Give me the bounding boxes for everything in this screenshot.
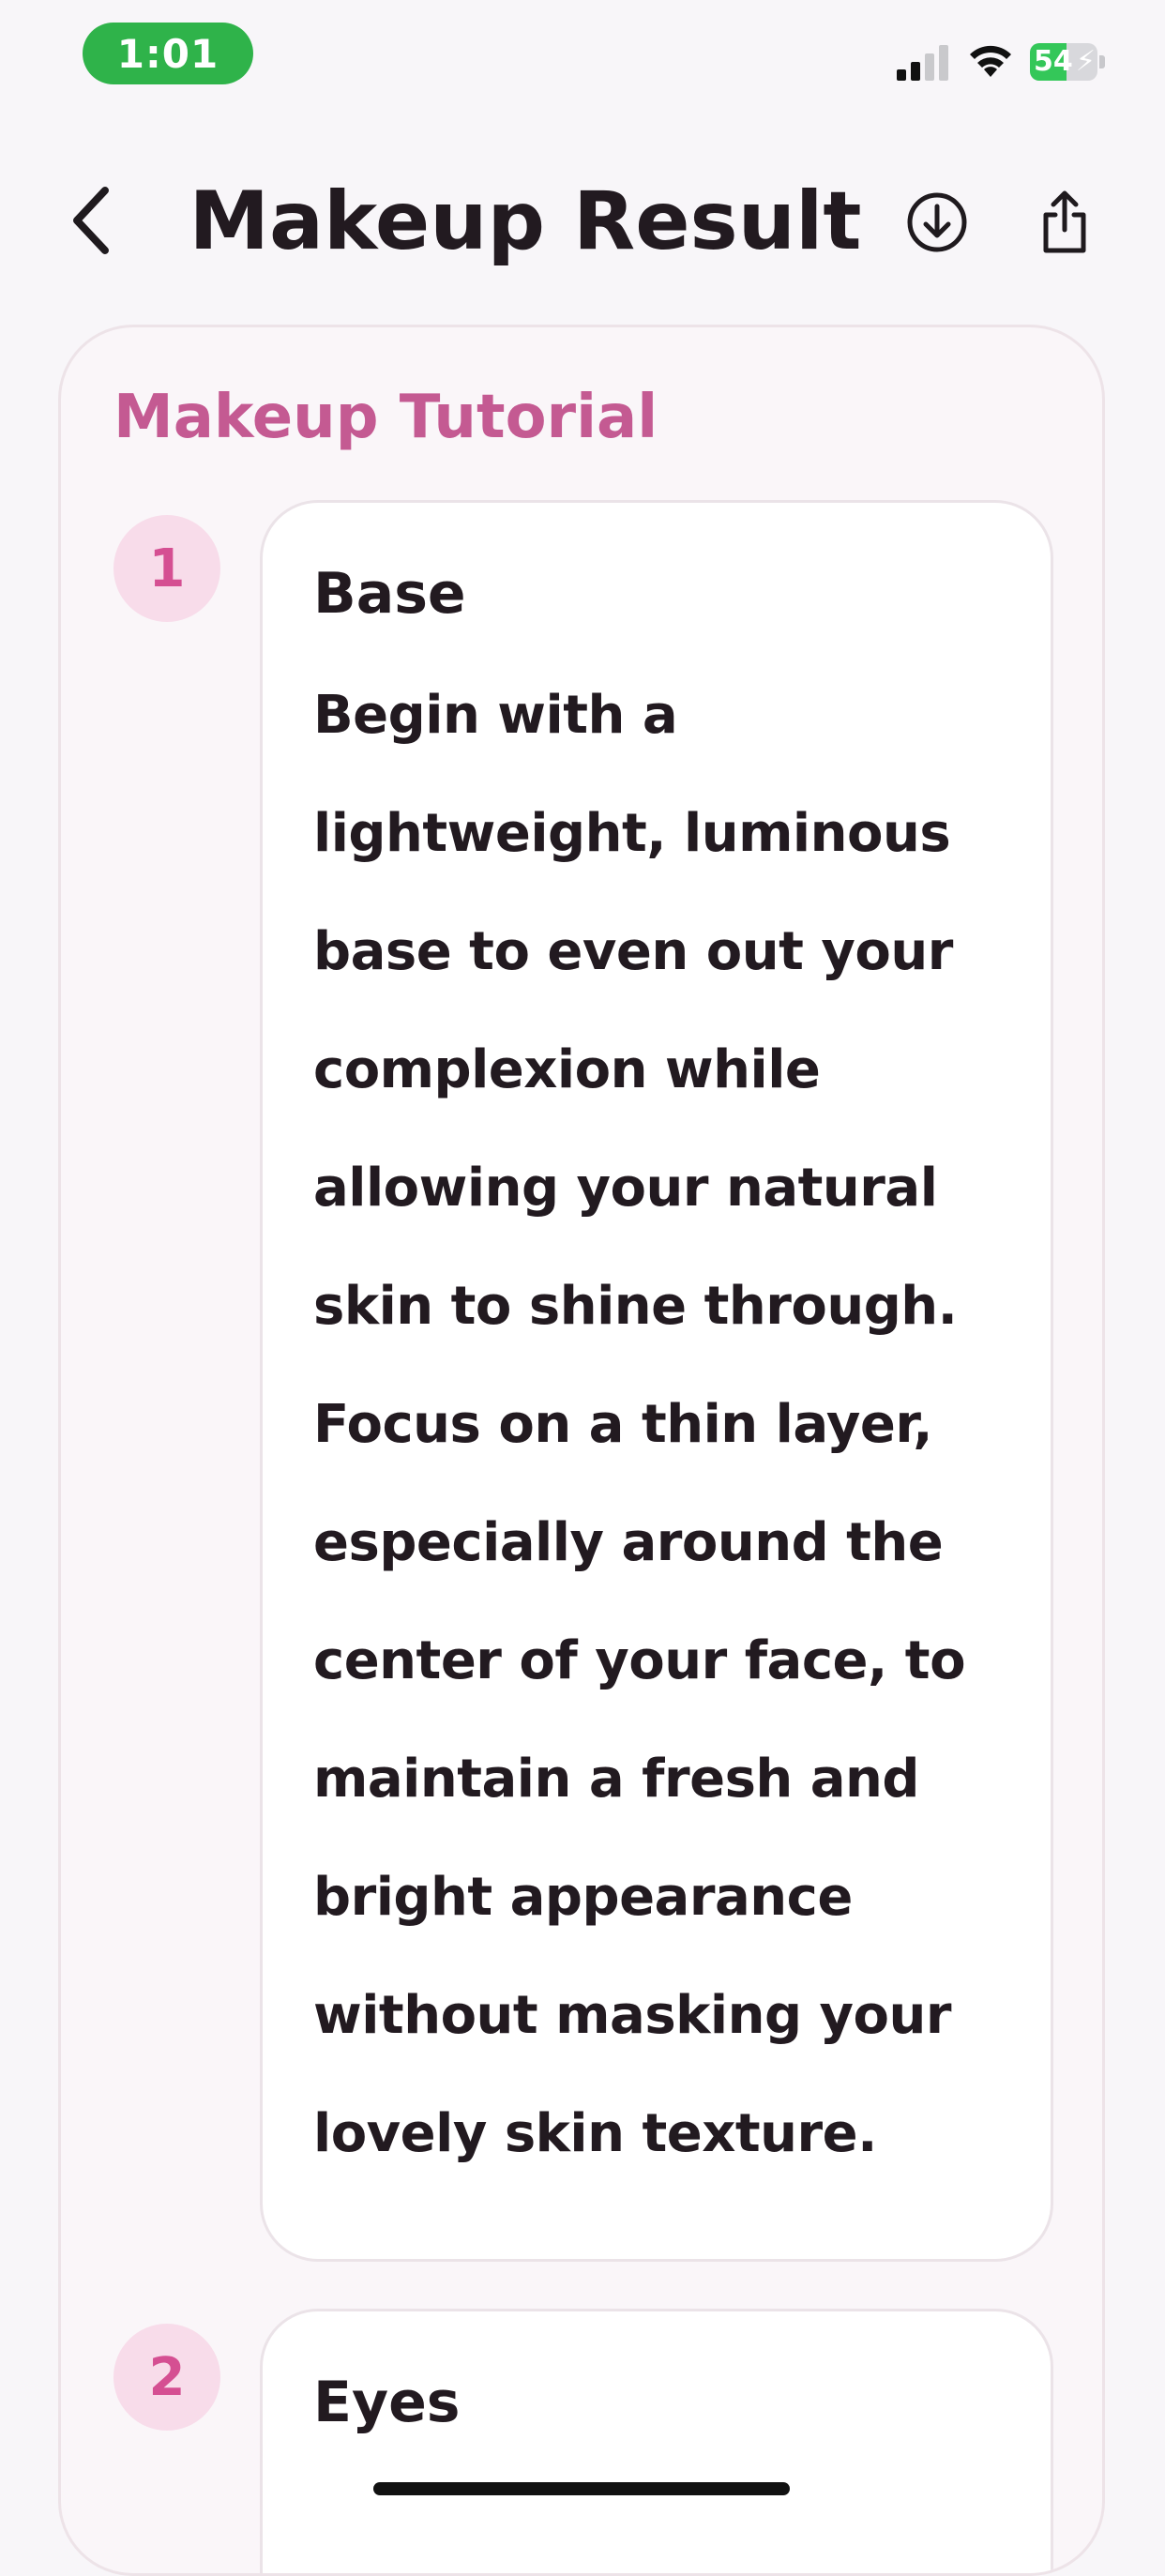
battery-indicator: 54 ⚡: [1030, 43, 1105, 81]
step-description: Begin with a lightweight, luminous base …: [313, 685, 966, 2164]
page-title: Makeup Result: [189, 174, 862, 268]
battery-cap: [1099, 55, 1105, 68]
wifi-icon: [970, 45, 1011, 77]
step-card-base: Base Begin with a lightweight, luminous …: [260, 500, 1053, 2262]
section-title: Makeup Tutorial: [113, 383, 658, 452]
share-icon: [1043, 190, 1086, 253]
cellular-signal-icon: [897, 45, 948, 81]
download-circle-icon: [907, 192, 967, 252]
battery-percentage: 54: [1034, 45, 1073, 78]
chevron-left-icon: [73, 187, 109, 254]
navigation-bar: Makeup Result: [0, 150, 1165, 291]
charging-bolt-icon: ⚡: [1075, 45, 1096, 78]
step-title: Eyes: [313, 2370, 461, 2435]
back-button[interactable]: [54, 178, 129, 263]
makeup-tutorial-card: Makeup Tutorial 1 Base Begin with a ligh…: [58, 325, 1105, 2576]
download-button[interactable]: [902, 188, 972, 257]
home-indicator[interactable]: [373, 2482, 790, 2495]
share-button[interactable]: [1030, 188, 1099, 257]
step-title: Base: [313, 561, 466, 627]
status-time: 1:01: [83, 23, 253, 84]
status-bar: 1:01 54 ⚡: [0, 0, 1165, 113]
step-number-badge: 2: [113, 2324, 220, 2431]
battery-body: 54 ⚡: [1030, 43, 1097, 81]
step-card-eyes: Eyes: [260, 2309, 1053, 2573]
step-number-badge: 1: [113, 515, 220, 622]
